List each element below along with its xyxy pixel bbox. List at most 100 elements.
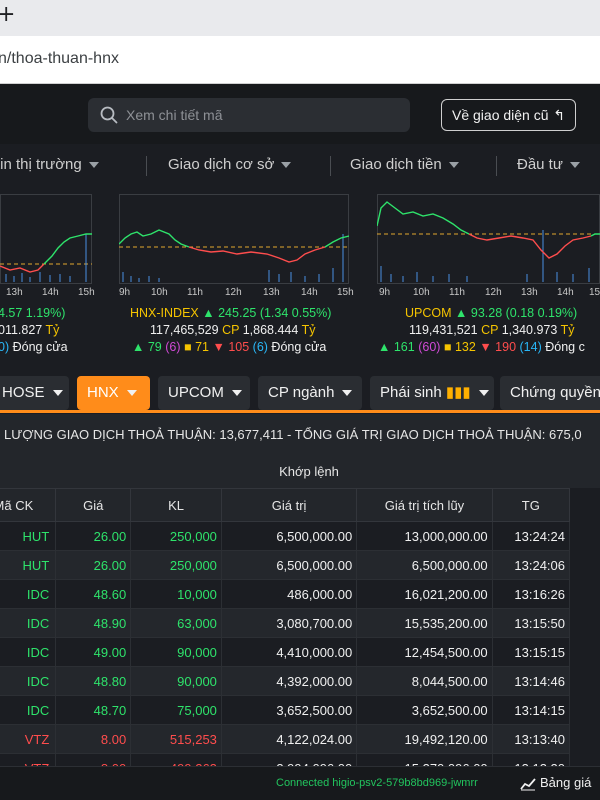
table-row[interactable]: IDC 49.00 90,000 4,410,000.00 12,454,500.00 1… (0, 637, 571, 667)
address-bar[interactable]: n/thoa-thuan-hnx (0, 36, 600, 84)
price-board-button[interactable]: Bảng giá (520, 775, 591, 791)
search-input[interactable] (126, 98, 396, 132)
cell-time: 13:16:26 (491, 579, 571, 609)
exchange-tabs: HOSE HNX UPCOM CP ngành Phái sinh ▮▮▮ Ch… (0, 372, 600, 414)
old-ui-button[interactable]: Về giao diện cũ ↰ (441, 99, 576, 131)
table-row[interactable]: IDC 48.80 90,000 4,392,000.00 8,044,500.00 13… (0, 666, 571, 696)
chevron-down-icon (448, 162, 459, 169)
cell-volume: 63,000 (130, 608, 222, 638)
col-header[interactable]: Mã CK (0, 488, 57, 522)
cell-value: 4,392,000.00 (220, 666, 358, 696)
search-icon (100, 106, 118, 124)
nav-item-money-trading[interactable]: Giao dịch tiền (350, 156, 459, 173)
tab-phai-sinh[interactable]: Phái sinh ▮▮▮ (370, 376, 494, 410)
cell-code: IDC (0, 666, 57, 696)
nav-item-invest[interactable]: Đầu tư (517, 156, 580, 173)
col-header[interactable]: TG (491, 488, 571, 522)
browser-tab-strip: + (0, 0, 600, 36)
cell-code: IDC (0, 608, 57, 638)
cell-accumulated: 3,652,500.00 (356, 695, 493, 725)
cell-accumulated: 16,021,200.00 (356, 579, 493, 609)
index-hnx-breadth: ▲ 79 (6) ■ 71 ▼ 105 (6) Đóng cửa (132, 340, 327, 354)
nav-item-base-trading[interactable]: Giao dịch cơ sở (168, 156, 292, 173)
col-header[interactable]: Giá (55, 488, 132, 522)
table-row[interactable]: VTZ8.00499,2623,994,096.0015,370,096.001… (0, 753, 571, 766)
cell-price: 26.00 (55, 550, 132, 580)
index-upcom-volume: 119,431,521 CP 1,340.973 Tỷ (409, 323, 575, 337)
cell-price: 49.00 (55, 637, 132, 667)
cell-code: IDC (0, 637, 57, 667)
negotiated-summary: LƯỢNG GIAO DỊCH THOẢ THUẬN: 13,677,411 -… (0, 414, 600, 456)
tab-hose[interactable]: HOSE (0, 376, 69, 410)
time-label: 9h (379, 287, 391, 298)
nav-divider (146, 156, 147, 176)
nav-divider (496, 156, 497, 176)
cell-volume: 90,000 (130, 666, 222, 696)
table-row[interactable]: IDC 48.70 75,000 3,652,500.00 3,652,500.00 13… (0, 695, 571, 725)
url-text[interactable]: n/thoa-thuan-hnx (0, 50, 119, 68)
chevron-down-icon (52, 390, 63, 397)
time-label: 13h (6, 287, 23, 298)
time-label: 9h (119, 287, 131, 298)
chevron-down-icon (231, 390, 242, 397)
index-value: 011.827 Tỷ (0, 323, 60, 337)
nav-item-market-info[interactable]: tin thị trường (0, 156, 99, 173)
index-hnx-volume: 117,465,529 CP 1,868.444 Tỷ (150, 323, 316, 337)
cell-code: IDC (0, 579, 57, 609)
cell-time: 13:15:50 (491, 608, 571, 638)
time-label: 11h (187, 287, 203, 298)
tab-hnx[interactable]: HNX (77, 376, 150, 410)
col-header[interactable]: Giá trị tích lũy (356, 488, 493, 522)
cell-time: 13:14:46 (491, 666, 571, 696)
col-header[interactable]: Giá trị (220, 488, 358, 522)
cell-accumulated: 15,370,096.00 (356, 753, 493, 766)
table-row[interactable]: VTZ 8.00 515,253 4,122,024.00 19,492,120.00 1… (0, 724, 571, 754)
new-tab-button[interactable]: + (0, 2, 15, 27)
table-row[interactable]: IDC 48.60 10,000 486,000.00 16,021,200.00 13:… (0, 579, 571, 609)
tab-cp-nganh[interactable]: CP ngành (258, 376, 362, 410)
app-header: Về giao diện cũ ↰ (0, 84, 600, 144)
cell-volume: 499,262 (130, 753, 222, 766)
cell-time: 13:13:20 (491, 753, 571, 766)
group-header: Khớp lệnh (0, 456, 600, 488)
index-hnx-change: HNX-INDEX ▲ 245.25 (1.34 0.55%) (130, 306, 332, 320)
main-nav: tin thị trường Giao dịch cơ sở Giao dịch… (0, 144, 600, 188)
search-box[interactable] (88, 98, 410, 132)
tab-chung-quyen[interactable]: Chứng quyền (500, 376, 600, 410)
cell-price: 48.90 (55, 608, 132, 638)
tab-upcom[interactable]: UPCOM (158, 376, 250, 410)
nav-divider (330, 156, 331, 176)
cell-price: 8.00 (55, 724, 132, 754)
cell-time: 13:13:40 (491, 724, 571, 754)
index-chart-hnx[interactable] (119, 194, 349, 284)
col-header[interactable]: KL (130, 488, 222, 522)
time-label: 12h (225, 287, 242, 298)
index-upcom-change: UPCOM ▲ 93.28 (0.18 0.19%) (405, 306, 578, 320)
time-label: 15h (78, 287, 95, 298)
cell-accumulated: 12,454,500.00 (356, 637, 493, 667)
trend-chart-icon (520, 777, 536, 791)
cell-value: 3,994,096.00 (220, 753, 358, 766)
table-row[interactable]: HUT 26.00 250,000 6,500,000.00 6,500,000.00 1… (0, 550, 571, 580)
table-row[interactable]: HUT 26.00 250,000 6,500,000.00 13,000,000.00… (0, 521, 571, 551)
cell-price: 26.00 (55, 521, 132, 551)
nav-item-label: Giao dịch cơ sở (168, 156, 275, 173)
tabs-underline (0, 410, 600, 413)
cell-value: 3,652,500.00 (220, 695, 358, 725)
table-row[interactable]: IDC 48.90 63,000 3,080,700.00 15,535,200.00 1… (0, 608, 571, 638)
cell-time: 13:14:15 (491, 695, 571, 725)
cell-volume: 250,000 (130, 521, 222, 551)
index-upcom-breadth: ▲ 161 (60) ■ 132 ▼ 190 (14) Đóng c (378, 340, 585, 354)
index-chart-upcom[interactable] (377, 194, 600, 284)
index-chart-hose[interactable] (0, 194, 92, 284)
cell-volume: 250,000 (130, 550, 222, 580)
cell-code: HUT (0, 521, 57, 551)
nav-item-label: Đầu tư (517, 156, 563, 173)
time-label: 10h (413, 287, 430, 298)
cell-code: VTZ (0, 724, 57, 754)
connection-status: Connected higio-psv2-579b8bd969-jwmrr (276, 777, 478, 789)
cell-accumulated: 8,044,500.00 (356, 666, 493, 696)
cell-value: 486,000.00 (220, 579, 358, 609)
cell-accumulated: 13,000,000.00 (356, 521, 493, 551)
cell-value: 6,500,000.00 (220, 521, 358, 551)
